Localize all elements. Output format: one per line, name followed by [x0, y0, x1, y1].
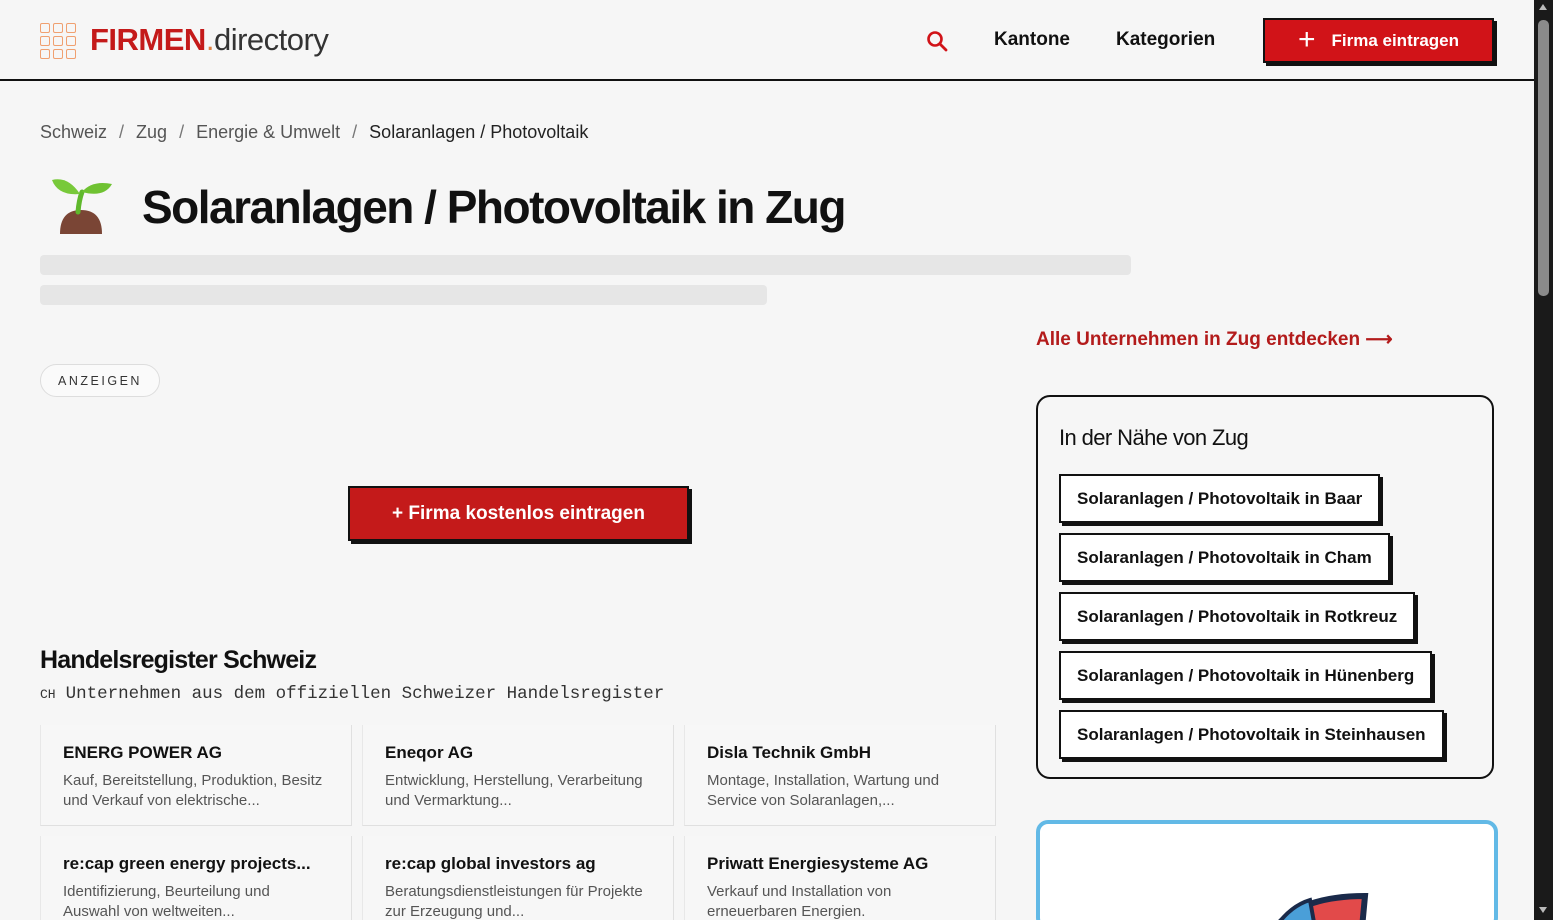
swiss-flag-icon: CH — [40, 687, 56, 702]
breadcrumb-energie-umwelt[interactable]: Energie & Umwelt — [196, 122, 340, 142]
company-card[interactable]: ENERG POWER AG Kauf, Bereitstellung, Pro… — [40, 725, 352, 826]
company-card[interactable]: re:cap green energy projects... Identifi… — [40, 836, 352, 920]
ads-badge: ANZEIGEN — [40, 364, 160, 397]
firma-eintragen-button[interactable]: + Firma eintragen — [1263, 18, 1494, 63]
site-logo[interactable]: FIRMEN.directory — [90, 22, 329, 58]
nearby-link-baar[interactable]: Solaranlagen / Photovoltaik in Baar — [1059, 474, 1381, 523]
handelsregister-subtitle-text: Unternehmen aus dem offiziellen Schweize… — [65, 684, 665, 704]
company-name: ENERG POWER AG — [63, 743, 222, 762]
nearby-box: In der Nähe von Zug Solaranlagen / Photo… — [1036, 395, 1494, 779]
page-scrollbar[interactable] — [1534, 0, 1553, 920]
breadcrumb: Schweiz / Zug / Energie & Umwelt / Solar… — [40, 122, 588, 142]
handelsregister-heading: Handelsregister Schweiz — [40, 646, 317, 674]
nearby-heading: In der Nähe von Zug — [1059, 425, 1249, 450]
page-title: Solaranlagen / Photovoltaik in Zug — [142, 181, 846, 233]
nav-kantone-link[interactable]: Kantone — [994, 29, 1070, 51]
scroll-down-arrow-icon[interactable] — [1539, 907, 1547, 913]
company-card[interactable]: Priwatt Energiesysteme AG Verkauf und In… — [684, 836, 996, 920]
breadcrumb-separator: / — [179, 122, 185, 142]
company-card[interactable]: Disla Technik GmbH Montage, Installation… — [684, 725, 996, 826]
site-header: FIRMEN.directory Kantone Kategorien + Fi… — [0, 0, 1534, 81]
company-name: Priwatt Energiesysteme AG — [707, 854, 929, 873]
breadcrumb-separator: / — [352, 122, 358, 142]
nearby-link-rotkreuz[interactable]: Solaranlagen / Photovoltaik in Rotkreuz — [1059, 592, 1416, 641]
company-name: re:cap global investors ag — [385, 854, 596, 873]
breadcrumb-schweiz[interactable]: Schweiz — [40, 122, 107, 142]
company-description: Verkauf und Installation von erneuerbare… — [707, 883, 892, 920]
nearby-link-cham[interactable]: Solaranlagen / Photovoltaik in Cham — [1059, 533, 1390, 582]
plus-icon: + — [1297, 22, 1316, 56]
loading-skeleton-line — [40, 285, 767, 305]
company-description: Kauf, Bereitstellung, Produktion, Besitz… — [63, 772, 323, 809]
company-name: Disla Technik GmbH — [707, 743, 872, 762]
company-card[interactable]: Eneqor AG Entwicklung, Herstellung, Vera… — [362, 725, 674, 826]
company-description: Beratungsdienstleistungen für Projekte z… — [385, 883, 643, 920]
nearby-link-huenenberg[interactable]: Solaranlagen / Photovoltaik in Hünenberg — [1059, 651, 1433, 700]
search-icon[interactable] — [926, 30, 948, 52]
scrollbar-thumb[interactable] — [1538, 20, 1549, 296]
company-name: re:cap green energy projects... — [63, 854, 311, 873]
loading-skeleton-line — [40, 255, 1131, 275]
promo-card[interactable] — [1036, 820, 1498, 920]
firma-kostenlos-eintragen-button[interactable]: + Firma kostenlos eintragen — [348, 486, 689, 541]
company-name: Eneqor AG — [385, 743, 474, 762]
scroll-up-arrow-icon[interactable] — [1539, 4, 1547, 10]
logo-grid-icon[interactable] — [40, 23, 76, 59]
breadcrumb-zug[interactable]: Zug — [136, 122, 167, 142]
breadcrumb-current: Solaranlagen / Photovoltaik — [369, 122, 589, 142]
handelsregister-subtitle: CH Unternehmen aus dem offiziellen Schwei… — [40, 683, 664, 706]
gauge-illustration-icon — [1278, 892, 1369, 920]
firma-eintragen-label: Firma eintragen — [1331, 30, 1460, 50]
company-card[interactable]: re:cap global investors ag Beratungsdien… — [362, 836, 674, 920]
discover-all-companies-link[interactable]: Alle Unternehmen in Zug entdecken ⟶ — [1036, 328, 1393, 352]
seedling-icon — [52, 179, 112, 234]
company-description: Identifizierung, Beurteilung und Auswahl… — [63, 883, 270, 920]
nav-kategorien-link[interactable]: Kategorien — [1116, 29, 1215, 51]
company-description: Entwicklung, Herstellung, Verarbeitung u… — [385, 772, 643, 809]
breadcrumb-separator: / — [119, 122, 125, 142]
nearby-link-steinhausen[interactable]: Solaranlagen / Photovoltaik in Steinhaus… — [1059, 710, 1444, 759]
company-description: Montage, Installation, Wartung und Servi… — [707, 772, 940, 809]
